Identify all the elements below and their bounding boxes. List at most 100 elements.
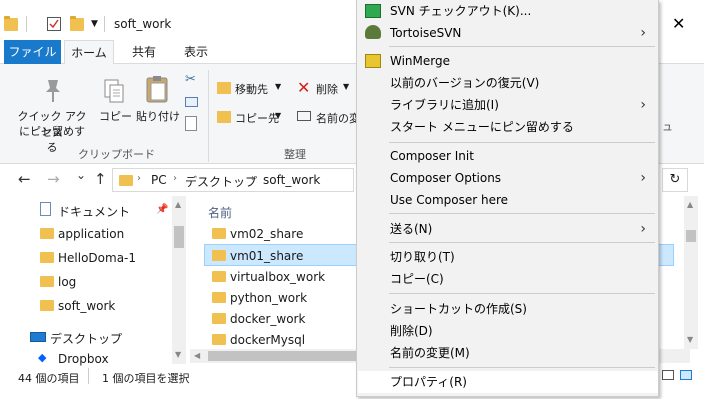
sidebar-item-desktop[interactable]: デスクトップ [50,330,122,347]
menu-item-composer-init[interactable]: Composer Init [358,145,658,167]
menu-separator [389,367,655,368]
menu-item-label: SVN チェックアウト(K)... [390,4,532,18]
menu-item-composer-options[interactable]: Composer Options › [358,167,658,189]
refresh-button[interactable]: ↻ [662,168,688,192]
move-to-button[interactable]: 移動先 [235,81,268,97]
scroll-left-icon[interactable]: ◀ [194,351,200,360]
sidebar-scrollbar[interactable]: ▲ ▼ [172,196,186,364]
rename-icon [297,111,311,121]
menu-item-label: WinMerge [390,54,450,68]
menu-item-tortoisesvn[interactable]: TortoiseSVN › [358,22,658,44]
menu-item-svn-checkout[interactable]: SVN チェックアウト(K)... [358,0,658,22]
delete-button[interactable]: 削除 [316,81,338,97]
tab-home[interactable]: ホーム [64,40,114,65]
menu-separator [389,213,655,214]
table-row[interactable]: virtualbox_work [230,270,325,284]
organize-group-label: 整理 [284,148,306,161]
menu-separator [389,46,655,47]
table-row[interactable]: vm02_share [230,227,303,241]
pin-icon[interactable]: 📌 [156,204,168,215]
sidebar-item-dropbox[interactable]: Dropbox [58,352,109,366]
file-list-scrollbar[interactable]: ▲ ▼ [684,196,698,349]
menu-item-delete[interactable]: 削除(D) [358,320,658,342]
scroll-up-icon[interactable]: ▲ [175,200,181,209]
sidebar-item-log[interactable]: log [58,275,76,289]
desktop-icon [30,332,46,342]
chevron-right-icon[interactable]: › [251,173,255,184]
menu-item-winmerge[interactable]: WinMerge [358,50,658,72]
chevron-right-icon: › [640,97,646,113]
details-view-icon[interactable] [662,370,674,380]
table-row[interactable]: vm01_share [230,249,303,263]
sidebar-item-hellodoma[interactable]: HelloDoma-1 [58,251,136,265]
qat-dropdown-icon[interactable]: ▼ [91,19,98,29]
close-button[interactable]: ✕ [672,14,685,33]
chevron-right-icon[interactable]: › [137,173,141,184]
menu-item-label: コピー(C) [390,272,444,286]
folder-icon [212,313,226,324]
copy-button[interactable]: コピー [99,108,132,124]
back-button[interactable]: ← [18,170,31,188]
menu-item-create-shortcut[interactable]: ショートカットの作成(S) [358,298,658,320]
scroll-down-icon[interactable]: ▼ [687,335,693,344]
breadcrumb-pc[interactable]: PC [151,173,167,187]
navigation-pane: ドキュメント 📌 application HelloDoma-1 log sof… [0,196,188,366]
table-row[interactable]: docker_work [230,312,305,326]
delete-icon: ✕ [297,78,311,97]
scroll-down-icon[interactable]: ▼ [175,350,181,359]
copy-to-icon [217,111,231,123]
menu-item-send-to[interactable]: 送る(N) › [358,218,658,240]
forward-button[interactable]: → [47,170,60,188]
sidebar-item-application[interactable]: application [58,227,124,241]
table-row[interactable]: python_work [230,291,307,305]
menu-item-label: 名前の変更(M) [390,346,470,360]
copy-to-dropdown-icon[interactable]: ▼ [275,111,281,120]
copy-path-icon[interactable] [185,97,198,107]
menu-item-add-to-library[interactable]: ライブラリに追加(I) › [358,94,658,116]
move-to-dropdown-icon[interactable]: ▼ [275,82,281,91]
copy-to-button[interactable]: コピー先 [235,110,279,126]
breadcrumb-desktop[interactable]: デスクトップ [185,173,257,190]
menu-item-pin-start[interactable]: スタート メニューにピン留めする [358,116,658,138]
scroll-thumb[interactable] [686,230,696,242]
tab-view[interactable]: 表示 [176,40,216,64]
column-header-name[interactable]: 名前 [208,204,232,221]
scroll-thumb[interactable] [174,226,184,248]
rename-button[interactable]: 名前の変 [316,110,360,126]
tab-file[interactable]: ファイル [4,40,61,64]
delete-dropdown-icon[interactable]: ▼ [343,82,349,91]
sidebar-item-soft-work[interactable]: soft_work [58,299,115,313]
sidebar-item-documents[interactable]: ドキュメント [58,203,130,220]
paste-button[interactable]: 貼り付け [136,108,180,124]
large-icons-view-icon[interactable] [680,370,692,380]
menu-item-label: Composer Init [390,149,474,163]
menu-item-copy[interactable]: コピー(C) [358,268,658,290]
menu-item-restore-versions[interactable]: 以前のバージョンの復元(V) [358,72,658,94]
folder-icon [40,300,54,311]
new-folder-icon[interactable] [70,16,84,31]
chevron-right-icon[interactable]: › [173,173,177,184]
breadcrumb-soft-work[interactable]: soft_work [263,173,320,187]
menu-item-rename[interactable]: 名前の変更(M) [358,342,658,364]
group-separator [208,70,209,162]
qat-divider [26,16,27,32]
properties-icon[interactable] [47,17,61,31]
scroll-up-icon[interactable]: ▲ [687,200,693,209]
menu-item-label: TortoiseSVN [390,26,462,40]
menu-item-cut[interactable]: 切り取り(T) [358,246,658,268]
title-divider [104,16,105,32]
menu-item-use-composer[interactable]: Use Composer here [358,189,658,211]
paste-shortcut-icon[interactable] [185,116,197,131]
scroll-thumb[interactable] [208,351,358,361]
menu-item-label: 削除(D) [390,324,433,338]
address-bar[interactable]: › PC › デスクトップ › soft_work [112,168,354,192]
menu-item-label: 切り取り(T) [390,250,455,264]
menu-item-properties[interactable]: プロパティ(R) [358,371,658,393]
cut-icon[interactable]: ✂ [185,72,196,87]
tab-share[interactable]: 共有 [124,40,164,64]
up-button[interactable]: ↑ [94,170,107,188]
folder-icon [212,292,226,303]
table-row[interactable]: dockerMysql [230,333,305,347]
recent-dropdown-button[interactable]: ⌄ [76,168,86,182]
menu-item-label: Composer Options [390,171,502,185]
